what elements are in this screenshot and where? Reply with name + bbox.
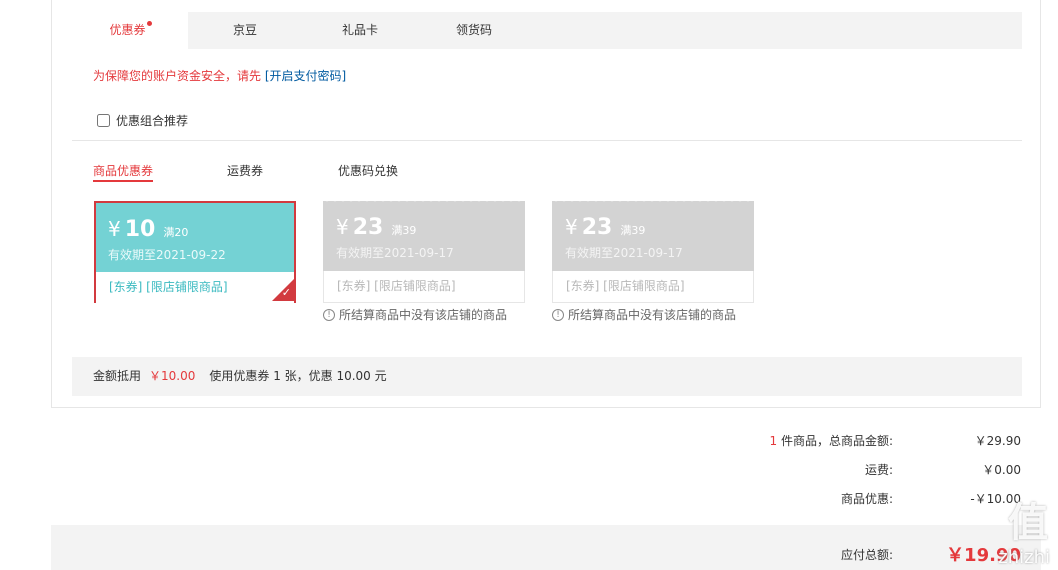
coupon-amount: 23	[581, 215, 613, 240]
coupon-currency: ¥	[565, 215, 578, 239]
goods-total-value: ￥29.90	[974, 434, 1021, 448]
tab-giftcard[interactable]: 礼品卡	[306, 12, 414, 49]
coupon-tags: [东券] [限店铺限商品]	[96, 272, 294, 304]
goods-total-label: 1 件商品，总商品金额:	[770, 432, 894, 449]
coupon-amount: 10	[124, 217, 156, 242]
combo-recommend[interactable]: 优惠组合推荐	[96, 112, 188, 129]
subtab-code-redeem[interactable]: 优惠码兑换	[338, 162, 398, 182]
coupon-condition: 满39	[391, 224, 417, 237]
coupon-currency: ¥	[336, 215, 349, 239]
coupon-tags: [东券] [限店铺限商品]	[323, 271, 525, 303]
tab-label: 京豆	[232, 23, 257, 37]
subtab-goods-coupon[interactable]: 商品优惠券	[93, 162, 154, 182]
combo-label: 优惠组合推荐	[116, 114, 189, 128]
coupon-tags: [东券] [限店铺限商品]	[552, 271, 754, 303]
coupon-amount: 23	[352, 215, 384, 240]
divider	[72, 140, 1022, 141]
tab-pickup-code[interactable]: 领货码	[420, 12, 528, 49]
discount-summary: 金额抵用 ￥10.00 使用优惠券 1 张，优惠 10.00 元	[72, 357, 1022, 396]
reason-text: 所结算商品中没有该店铺的商品	[568, 308, 737, 322]
discount-tabs: 优惠券 京豆 礼品卡 领货码	[72, 12, 1022, 49]
coupon-condition: 满20	[163, 226, 189, 239]
payable-label: 应付总额:	[840, 548, 893, 562]
goods-total-text: 件商品，总商品金额:	[777, 434, 893, 448]
coupon-face: ¥ 10 满20 有效期至2021-09-22	[96, 203, 294, 272]
tab-label: 礼品卡	[341, 23, 378, 37]
summary-detail: 使用优惠券 1 张，优惠 10.00 元	[209, 369, 387, 383]
check-icon: ✓	[281, 286, 291, 299]
enable-pay-password-link[interactable]: [开启支付密码]	[265, 69, 346, 83]
watermark-logo: 值 zhizhi	[910, 490, 1050, 570]
freight-value: ￥0.00	[982, 463, 1021, 477]
coupon-expiry: 有效期至2021-09-17	[336, 246, 454, 260]
tab-jingdou[interactable]: 京豆	[192, 12, 298, 49]
tab-coupons[interactable]: 优惠券	[72, 12, 188, 49]
info-circle-icon: !	[323, 308, 335, 321]
info-circle-icon: !	[552, 308, 564, 321]
subtab-freight-coupon[interactable]: 运费券	[227, 162, 263, 182]
reason-text: 所结算商品中没有该店铺的商品	[339, 308, 508, 322]
security-warning: 为保障您的账户资金安全，请先 [开启支付密码]	[93, 67, 346, 84]
watermark-text: zhizhi	[998, 547, 1050, 568]
coupon-face: ¥ 23 满39 有效期至2021-09-17	[552, 198, 754, 271]
tab-label: 优惠券	[109, 23, 146, 37]
coupon-unavailable-reason: ! 所结算商品中没有该店铺的商品	[552, 306, 736, 323]
freight-label: 运费:	[864, 463, 893, 477]
coupon-card[interactable]: ¥ 10 满20 有效期至2021-09-22 [东券] [限店铺限商品] ✓	[94, 201, 296, 304]
coupon-expiry: 有效期至2021-09-17	[565, 246, 683, 260]
coupon-face: ¥ 23 满39 有效期至2021-09-17	[323, 198, 525, 271]
new-dot-icon	[146, 21, 152, 26]
item-count: 1	[769, 434, 778, 448]
combo-checkbox[interactable]	[97, 114, 110, 127]
coupon-expiry: 有效期至2021-09-22	[108, 248, 226, 262]
discount-label: 商品优惠:	[840, 492, 893, 506]
tab-label: 领货码	[455, 23, 492, 37]
coupon-currency: ¥	[108, 217, 121, 241]
summary-amount: ￥10.00	[149, 369, 196, 383]
coupon-condition: 满39	[620, 224, 646, 237]
coupon-card-disabled: ¥ 23 满39 有效期至2021-09-17 [东券] [限店铺限商品]	[323, 198, 525, 303]
warning-text: 为保障您的账户资金安全，请先	[93, 69, 262, 83]
coupon-unavailable-reason: ! 所结算商品中没有该店铺的商品	[323, 306, 507, 323]
coupon-card-disabled: ¥ 23 满39 有效期至2021-09-17 [东券] [限店铺限商品]	[552, 198, 754, 303]
watermark-glyphs: 值	[1008, 500, 1050, 546]
summary-label: 金额抵用	[93, 369, 142, 383]
